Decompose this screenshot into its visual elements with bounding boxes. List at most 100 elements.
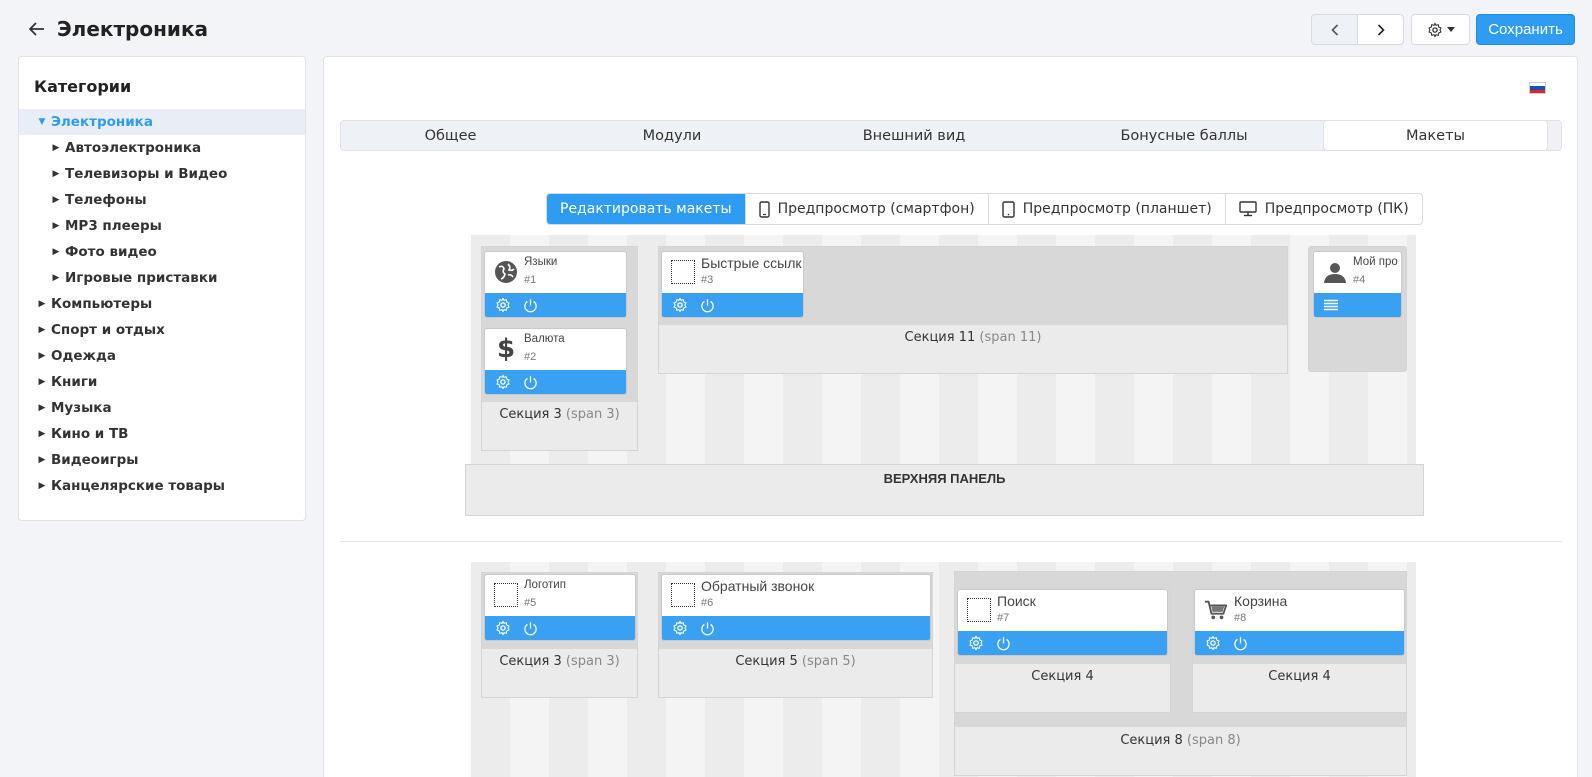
module-header: Поиск #7	[958, 590, 1167, 630]
category-item[interactable]: ▶ Канцелярские товары	[19, 473, 305, 499]
section-name: Секция 11	[904, 330, 976, 345]
mode-label: Предпросмотр (планшет)	[1022, 201, 1212, 217]
tab-layouts[interactable]: Макеты	[1323, 120, 1548, 151]
module-card[interactable]: Быстрые ссылк #3	[661, 251, 804, 318]
section-span: (span 3)	[565, 407, 620, 422]
power-icon[interactable]	[1233, 636, 1248, 651]
caret-right-icon[interactable]: ▶	[49, 143, 63, 153]
section-label: Секция 8 (span 8)	[955, 733, 1406, 748]
back-arrow-icon[interactable]	[26, 18, 48, 40]
caret-right-icon[interactable]: ▶	[49, 169, 63, 179]
module-name: Поиск	[997, 593, 1036, 609]
module-id: #1	[524, 274, 537, 286]
caret-right-icon[interactable]: ▶	[35, 403, 49, 413]
category-item[interactable]: ▶ Фото видео	[19, 239, 305, 265]
category-item[interactable]: ▶ Игровые приставки	[19, 265, 305, 291]
settings-dropdown-button[interactable]	[1411, 14, 1470, 45]
module-card[interactable]: Языки #1	[484, 251, 627, 318]
gear-icon[interactable]	[968, 635, 984, 651]
caret-right-icon[interactable]: ▶	[49, 247, 63, 257]
caret-right-icon[interactable]: ▶	[35, 429, 49, 439]
caret-right-icon[interactable]: ▶	[35, 299, 49, 309]
module-card[interactable]: Поиск #7	[957, 589, 1168, 656]
gear-icon[interactable]	[672, 297, 688, 313]
module-toolbar	[1314, 293, 1401, 317]
module-card[interactable]: Логотип #5	[484, 574, 636, 641]
mode-preview-tablet[interactable]: Предпросмотр (планшет)	[987, 194, 1225, 224]
section-span: (span 5)	[801, 654, 856, 669]
module-name: Мой про	[1353, 256, 1398, 268]
caret-right-icon[interactable]: ▶	[35, 325, 49, 335]
top-bar: Электроника Сохранить	[0, 0, 1592, 58]
power-icon[interactable]	[700, 298, 715, 313]
mode-preview-smartphone[interactable]: Предпросмотр (смартфон)	[744, 194, 988, 224]
category-item[interactable]: ▶ MP3 плееры	[19, 213, 305, 239]
gear-icon[interactable]	[495, 620, 511, 636]
tab-modules[interactable]: Модули	[560, 121, 784, 150]
power-icon[interactable]	[700, 621, 715, 636]
category-label: Фото видео	[65, 244, 157, 260]
category-item[interactable]: ▶ Кино и ТВ	[19, 421, 305, 447]
category-item[interactable]: ▼ Электроника	[19, 109, 305, 135]
dotted-placeholder-icon	[671, 260, 695, 284]
category-item[interactable]: ▶ Одежда	[19, 343, 305, 369]
gear-icon[interactable]	[672, 620, 688, 636]
category-tree: ▼ Электроника ▶ Автоэлектроника ▶ Телевизо…	[19, 109, 305, 499]
module-card[interactable]: $ Валюта #2	[484, 328, 627, 395]
module-card[interactable]: Обратный звонок #6	[661, 574, 931, 641]
dotted-placeholder-icon	[671, 583, 695, 607]
section-span: (span 8)	[1186, 733, 1241, 748]
module-card[interactable]: Мой про #4	[1313, 251, 1402, 318]
category-item[interactable]: ▶ Телефоны	[19, 187, 305, 213]
section-name: Секция 3	[499, 654, 562, 669]
tablet-icon	[1002, 200, 1015, 218]
power-icon[interactable]	[523, 298, 538, 313]
module-card[interactable]: Корзина #8	[1194, 589, 1405, 656]
category-item[interactable]: ▶ Компьютеры	[19, 291, 305, 317]
next-button[interactable]	[1357, 15, 1403, 44]
tab-general[interactable]: Общее	[341, 121, 560, 150]
russian-flag-icon[interactable]	[1529, 82, 1546, 94]
prev-button[interactable]	[1312, 15, 1357, 44]
main-panel: Общее Модули Внешний вид Бонусные баллы …	[323, 56, 1578, 777]
category-item[interactable]: ▶ Телевизоры и Видео	[19, 161, 305, 187]
cart-icon	[1204, 598, 1228, 622]
category-item[interactable]: ▶ Книги	[19, 369, 305, 395]
category-item[interactable]: ▶ Видеоигры	[19, 447, 305, 473]
category-label: Книги	[51, 374, 98, 390]
caret-right-icon[interactable]: ▶	[35, 455, 49, 465]
top-panel-section[interactable]: ВЕРХНЯЯ ПАНЕЛЬ	[465, 464, 1424, 516]
gear-icon[interactable]	[495, 297, 511, 313]
category-item[interactable]: ▶ Автоэлектроника	[19, 135, 305, 161]
tab-appearance[interactable]: Внешний вид	[784, 121, 1044, 150]
power-icon[interactable]	[996, 636, 1011, 651]
caret-right-icon[interactable]: ▶	[49, 195, 63, 205]
gear-icon[interactable]	[1205, 635, 1221, 651]
dotted-placeholder-icon	[494, 583, 518, 607]
power-icon[interactable]	[523, 375, 538, 390]
categories-panel: Категории ▼ Электроника ▶ Автоэлектроника…	[18, 56, 306, 521]
category-label: Кино и ТВ	[51, 426, 129, 442]
mode-preview-desktop[interactable]: Предпросмотр (ПК)	[1224, 194, 1422, 224]
category-item[interactable]: ▶ Музыка	[19, 395, 305, 421]
category-label: MP3 плееры	[65, 218, 162, 234]
caret-down-icon[interactable]: ▼	[35, 117, 49, 127]
section-span: (span 3)	[565, 654, 620, 669]
caret-right-icon[interactable]: ▶	[49, 221, 63, 231]
caret-right-icon[interactable]: ▶	[35, 481, 49, 491]
power-icon[interactable]	[523, 621, 538, 636]
section-label: Секция 3 (span 3)	[482, 407, 637, 422]
menu-lines-icon[interactable]	[1324, 299, 1338, 311]
caret-right-icon[interactable]: ▶	[35, 351, 49, 361]
caret-right-icon[interactable]: ▶	[35, 377, 49, 387]
module-name: Быстрые ссылк	[701, 255, 802, 271]
caret-right-icon[interactable]: ▶	[49, 273, 63, 283]
mode-edit-layouts[interactable]: Редактировать макеты	[547, 194, 745, 224]
module-toolbar	[485, 370, 626, 394]
module-toolbar	[1195, 631, 1404, 655]
category-item[interactable]: ▶ Спорт и отдых	[19, 317, 305, 343]
tab-bonus-points[interactable]: Бонусные баллы	[1044, 121, 1324, 150]
save-button[interactable]: Сохранить	[1476, 14, 1575, 45]
smartphone-icon	[758, 200, 770, 218]
gear-icon[interactable]	[495, 374, 511, 390]
